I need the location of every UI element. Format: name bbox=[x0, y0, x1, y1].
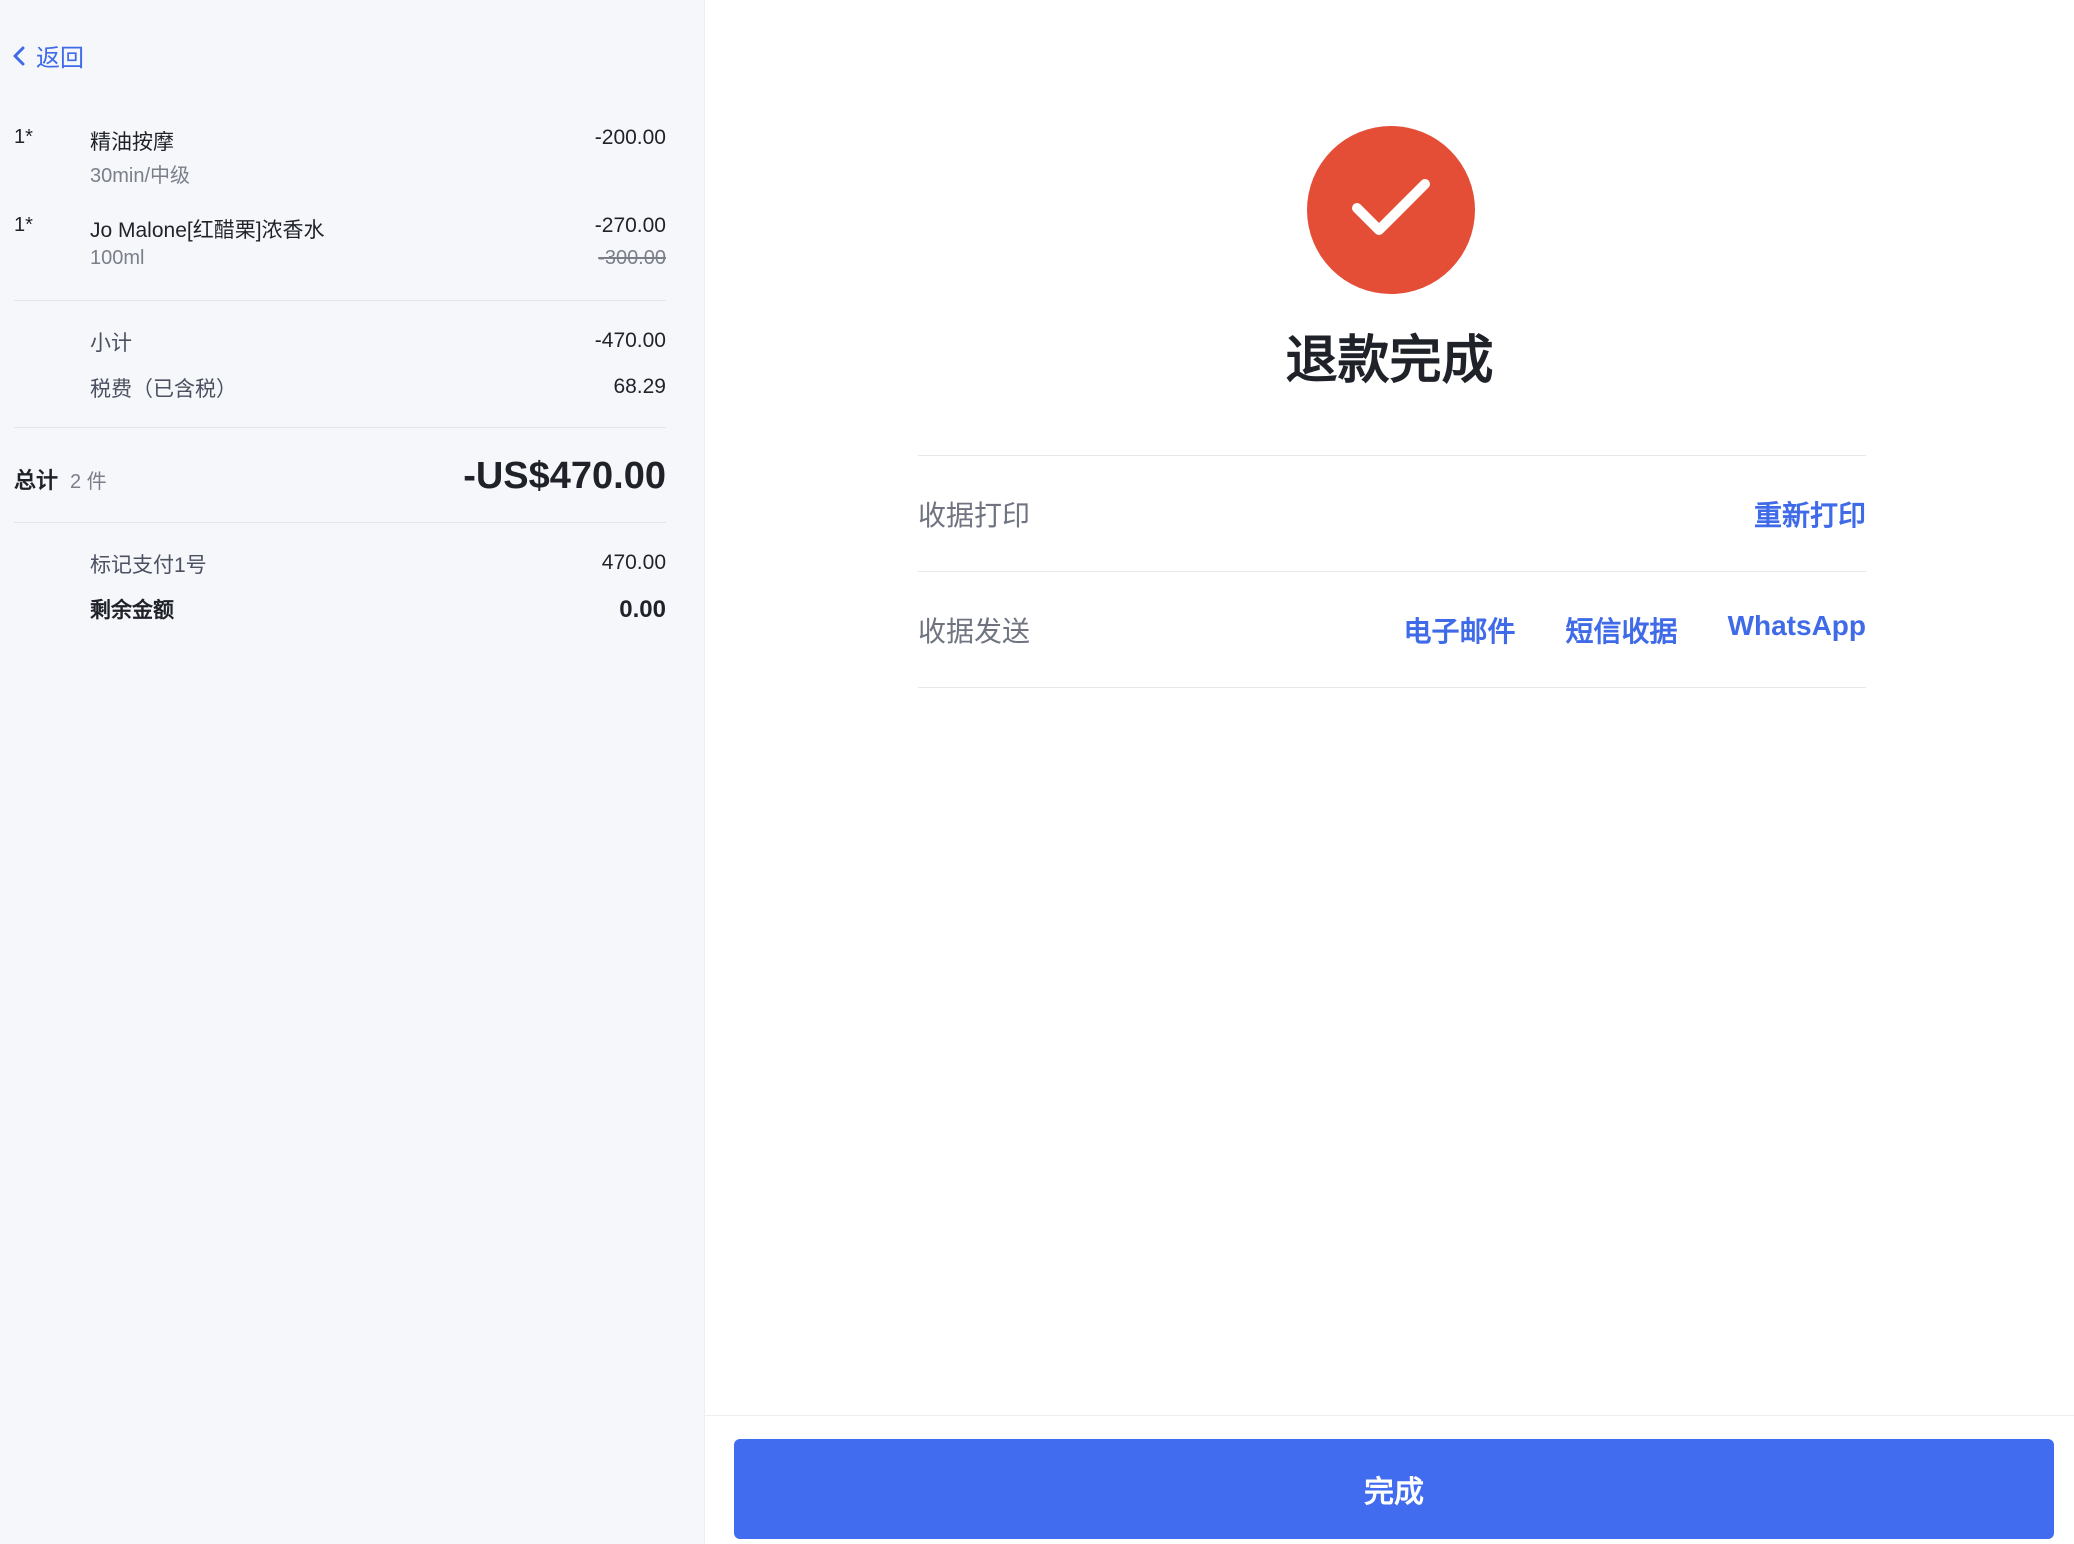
item-name: 精油按摩 bbox=[90, 131, 174, 154]
chevron-left-icon bbox=[13, 46, 25, 65]
remaining-value: 0.00 bbox=[619, 596, 666, 623]
item-count: 2 件 bbox=[70, 471, 107, 493]
refund-result-panel: 退款完成 收据打印 重新打印 收据发送 电子邮件 短信收据 WhatsApp 完… bbox=[705, 0, 2074, 1544]
email-receipt-button[interactable]: 电子邮件 bbox=[1404, 610, 1516, 650]
success-badge bbox=[1307, 126, 1475, 294]
item-price: -270.00 bbox=[594, 214, 666, 237]
reprint-button[interactable]: 重新打印 bbox=[1754, 494, 1866, 534]
receipt-print-label: 收据打印 bbox=[918, 500, 1031, 531]
item-variant: 30min/中级 bbox=[90, 165, 191, 187]
subtotal-value: -470.00 bbox=[594, 329, 666, 352]
divider bbox=[14, 427, 666, 428]
whatsapp-receipt-button[interactable]: WhatsApp bbox=[1728, 610, 1866, 650]
total-row: 总计 2 件 -US$470.00 bbox=[14, 455, 666, 505]
total-value: -US$470.00 bbox=[463, 455, 666, 497]
line-item: 1* 精油按摩 30min/中级 -200.00 bbox=[14, 126, 666, 196]
divider bbox=[918, 455, 1866, 456]
item-name: Jo Malone[红醋栗]浓香水 bbox=[90, 219, 325, 242]
receipt-send-row: 收据发送 电子邮件 短信收据 WhatsApp bbox=[918, 610, 1866, 670]
remaining-label: 剩余金额 bbox=[90, 599, 174, 622]
receipt-send-label: 收据发送 bbox=[918, 616, 1031, 647]
divider bbox=[14, 522, 666, 523]
item-original-price: -300.00 bbox=[598, 247, 666, 269]
sms-receipt-button[interactable]: 短信收据 bbox=[1566, 610, 1678, 650]
done-button[interactable]: 完成 bbox=[734, 1439, 2054, 1539]
tax-label: 税费（已含税） bbox=[90, 378, 237, 401]
subtotal-row: 小计 -470.00 bbox=[90, 327, 666, 357]
receipt-print-row: 收据打印 重新打印 bbox=[918, 494, 1866, 554]
payment-method-label: 标记支付1号 bbox=[90, 554, 207, 577]
back-label: 返回 bbox=[36, 45, 84, 72]
item-quantity: 1* bbox=[14, 126, 33, 148]
tax-value: 68.29 bbox=[613, 375, 666, 398]
back-button[interactable]: 返回 bbox=[12, 38, 84, 73]
item-variant: 100ml bbox=[90, 247, 145, 269]
line-item: 1* Jo Malone[红醋栗]浓香水 100ml -270.00 -300.… bbox=[14, 214, 666, 284]
payment-method-value: 470.00 bbox=[601, 551, 666, 574]
item-price: -200.00 bbox=[594, 126, 666, 149]
order-summary-panel: 返回 1* 精油按摩 30min/中级 -200.00 1* Jo Malone… bbox=[0, 0, 705, 1544]
payment-row: 标记支付1号 470.00 bbox=[90, 549, 666, 579]
divider bbox=[918, 571, 1866, 572]
remaining-row: 剩余金额 0.00 bbox=[90, 594, 666, 624]
footer-divider bbox=[705, 1415, 2074, 1416]
total-label: 总计 bbox=[14, 468, 59, 493]
tax-row: 税费（已含税） 68.29 bbox=[90, 373, 666, 403]
divider bbox=[14, 300, 666, 301]
subtotal-label: 小计 bbox=[90, 332, 132, 355]
item-quantity: 1* bbox=[14, 214, 33, 236]
divider bbox=[918, 687, 1866, 688]
page-title: 退款完成 bbox=[1285, 332, 1494, 390]
check-icon bbox=[1352, 179, 1430, 235]
